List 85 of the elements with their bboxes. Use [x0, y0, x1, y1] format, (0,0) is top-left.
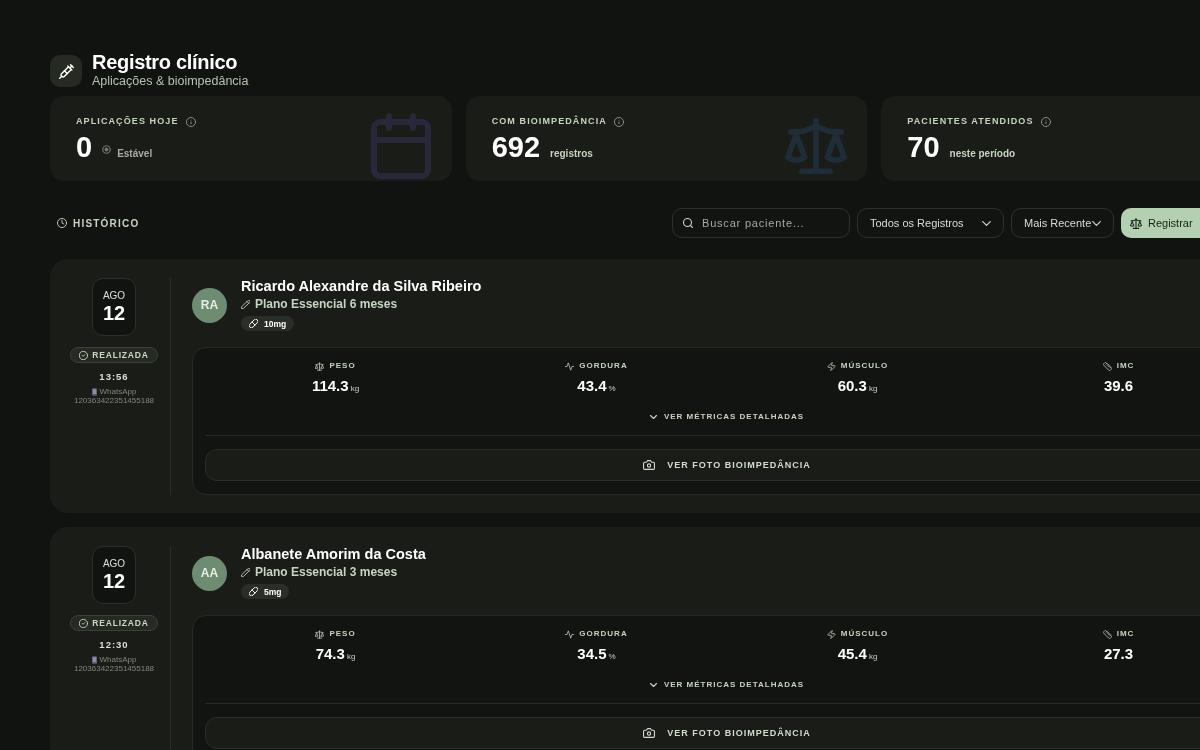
camera-icon: [643, 460, 656, 470]
plan-name: Plano Essencial 6 meses: [255, 297, 398, 312]
date-month: AGO: [102, 290, 126, 302]
metric-value: 27.3: [1103, 645, 1134, 663]
ruler-icon: [1102, 361, 1112, 371]
lightning-icon: [826, 629, 836, 639]
ruler-icon: [1102, 629, 1112, 639]
pencil-icon: [241, 300, 250, 309]
metric-label: GORDURA: [579, 629, 628, 639]
sort-dropdown[interactable]: Mais Recente: [1011, 208, 1114, 238]
metric-value: 60.3 kg: [837, 377, 878, 396]
scale-icon: [315, 361, 325, 371]
stat-value: 692: [491, 131, 541, 163]
search-field[interactable]: Buscar paciente...: [672, 208, 850, 238]
date-day: 12: [102, 570, 126, 592]
metric-label: PESO: [329, 361, 356, 371]
metric-value: 45.4 kg: [837, 645, 878, 664]
metric-value: 43.4%: [577, 377, 616, 396]
source-id: 120363422351455188: [73, 396, 155, 405]
chevron-down-icon: [1092, 220, 1101, 226]
stat-note: neste período: [949, 148, 1016, 159]
info-icon: [1040, 116, 1051, 127]
stat-note: Estável: [117, 148, 153, 159]
metric-label: IMC: [1116, 629, 1135, 639]
stat-label: PACIENTES ATENDIDOS: [907, 116, 1034, 127]
record-time: 13:56: [99, 371, 129, 382]
scale-icon: [315, 629, 325, 639]
metric-value: 34.5%: [577, 645, 616, 664]
check-circle-icon: [79, 350, 89, 360]
dose-label: 10mg: [264, 318, 287, 329]
info-icon: [613, 116, 624, 127]
pill-icon: [249, 587, 258, 596]
stat-label: COM BIOIMPEDÂNCIA: [491, 116, 607, 127]
record-time: 12:30: [99, 639, 129, 650]
check-circle-icon: [79, 618, 89, 628]
plan-name: Plano Essencial 3 meses: [255, 565, 398, 580]
lightning-icon: [826, 361, 836, 371]
stat-value: 0: [76, 131, 93, 163]
stat-note: registros: [550, 148, 593, 159]
pencil-icon: [241, 568, 250, 577]
photo-button[interactable]: VER FOTO BIOIMPEDÂNCIA: [205, 717, 1200, 749]
chevron-down-icon: [982, 220, 991, 226]
date-month: AGO: [102, 558, 126, 570]
avatar: RA: [192, 287, 227, 323]
phone-icon: [91, 655, 97, 664]
details-toggle[interactable]: VER MÉTRICAS DETALHADAS: [645, 677, 809, 692]
clock-icon: [57, 218, 67, 228]
source-label: WhatsApp: [99, 655, 137, 664]
syringe-icon: [50, 55, 82, 87]
pulse-icon: [565, 629, 575, 639]
stat-value: 70: [907, 131, 940, 163]
metric-label: MÚSCULO: [840, 629, 889, 639]
section-title: HISTÓRICO: [73, 217, 140, 229]
metric-label: MÚSCULO: [840, 361, 889, 371]
metric-value: 39.6: [1103, 377, 1134, 395]
source-id: 120363422351455188: [73, 664, 155, 673]
metric-label: IMC: [1116, 361, 1135, 371]
date-day: 12: [102, 302, 126, 324]
metric-label: GORDURA: [579, 361, 628, 371]
camera-icon: [643, 728, 656, 738]
patient-name: Ricardo Alexandre da Silva Ribeiro: [241, 278, 482, 295]
metric-value: 74.3 kg: [315, 645, 356, 664]
patient-name: Albanete Amorim da Costa: [241, 546, 426, 563]
pulse-icon: [565, 361, 575, 371]
filter-dropdown[interactable]: Todos os Registros: [857, 208, 1004, 238]
metric-label: PESO: [329, 629, 356, 639]
pill-icon: [249, 319, 258, 328]
scale-icon: [1130, 217, 1142, 229]
metric-value: 114.3 kg: [311, 377, 360, 396]
dose-label: 5mg: [264, 586, 282, 597]
ring-icon: [102, 144, 112, 154]
page-title: Registro clínico: [92, 51, 239, 73]
avatar: AA: [192, 555, 227, 591]
calendar-icon: [369, 113, 432, 179]
page-subtitle: Aplicações & bioimpedância: [92, 74, 249, 89]
status-label: REALIZADA: [92, 618, 149, 628]
register-button[interactable]: Registrar: [1121, 208, 1200, 238]
status-label: REALIZADA: [92, 350, 149, 360]
phone-icon: [91, 387, 97, 396]
source-label: WhatsApp: [99, 387, 137, 396]
photo-button[interactable]: VER FOTO BIOIMPEDÂNCIA: [205, 449, 1200, 481]
stat-label: APLICAÇÕES HOJE: [76, 116, 179, 127]
details-toggle[interactable]: VER MÉTRICAS DETALHADAS: [645, 409, 809, 424]
info-icon: [185, 116, 196, 127]
search-icon: [683, 218, 693, 228]
